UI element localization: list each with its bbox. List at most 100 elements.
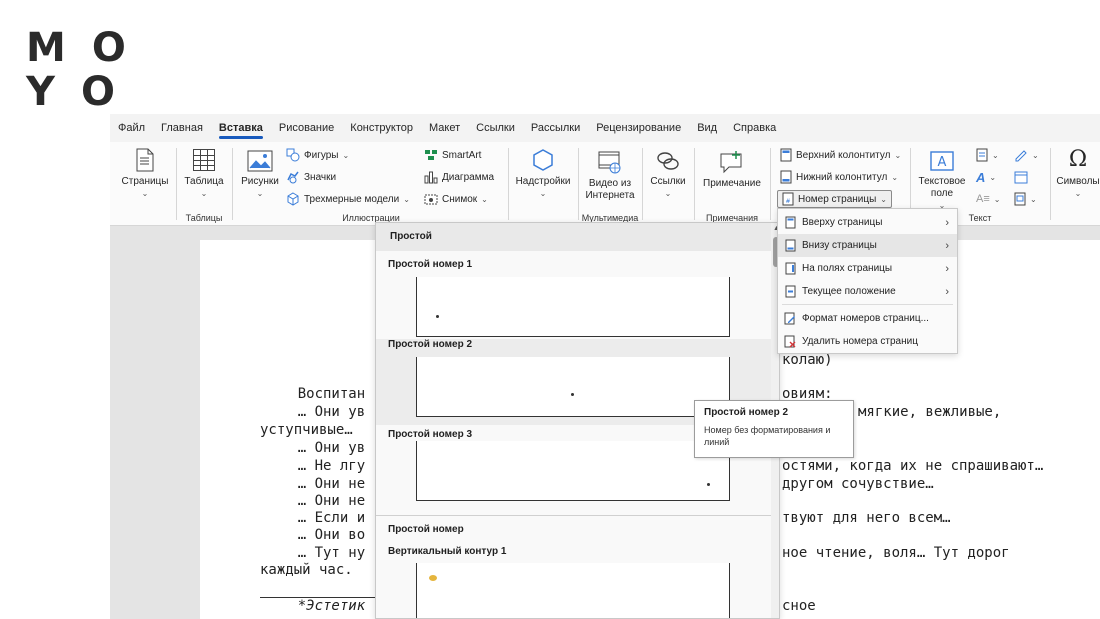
word-window: Файл Главная Вставка Рисование Конструкт…: [110, 114, 1100, 619]
gallery-section-title: Простой номер: [388, 524, 464, 535]
menu-item-remove-page-numbers[interactable]: Удалить номера страниц: [778, 330, 957, 353]
doc-text-line: … Они во: [264, 527, 366, 543]
tab-layout[interactable]: Макет: [429, 114, 460, 142]
chevron-down-icon: ⌄: [141, 189, 149, 198]
3d-models-button[interactable]: Трехмерные модели ⌄: [286, 190, 410, 208]
chevron-down-icon: ⌄: [989, 172, 997, 182]
page-number-dot: [707, 483, 710, 486]
group-divider: [578, 148, 579, 220]
tab-draw[interactable]: Рисование: [279, 114, 334, 142]
drop-cap-button[interactable]: A≡ ⌄: [976, 190, 1000, 208]
tab-file[interactable]: Файл: [118, 114, 145, 142]
date-time-button[interactable]: [1014, 168, 1028, 186]
gallery-item-plain-number-1[interactable]: Простой номер 1: [376, 251, 771, 339]
remove-icon: [784, 335, 796, 348]
group-divider: [1050, 148, 1051, 220]
group-divider: [770, 148, 771, 220]
pictures-label: Рисунки: [241, 176, 279, 187]
icons-icon: [287, 171, 299, 184]
menu-item-bottom-of-page[interactable]: Внизу страницы ›: [778, 234, 957, 257]
links-button[interactable]: Ссылки ⌄: [646, 150, 690, 200]
shapes-button[interactable]: Фигуры ⌄: [286, 146, 349, 164]
addins-button[interactable]: Надстройки ⌄: [512, 148, 574, 200]
menu-item-top-of-page[interactable]: Вверху страницы ›: [778, 211, 957, 234]
group-divider: [642, 148, 643, 220]
tab-home[interactable]: Главная: [161, 114, 203, 142]
doc-text-line: … Они не: [264, 493, 366, 509]
chevron-right-icon: ›: [945, 285, 949, 298]
comment-icon: [720, 151, 742, 174]
chevron-down-icon: ⌄: [1032, 150, 1039, 160]
doc-text-line: мягкие, вежливые,: [858, 404, 1002, 420]
current-position-icon: [785, 285, 795, 298]
new-comment-button[interactable]: Примечание: [698, 150, 766, 190]
doc-text-line: *Эстетик: [264, 598, 366, 614]
gallery-item-title: Простой номер 1: [388, 259, 473, 270]
chevron-down-icon: ⌄: [481, 194, 488, 204]
gallery-item-title: Вертикальный контур 1: [388, 546, 507, 557]
screenshot-button[interactable]: Снимок ⌄: [424, 190, 488, 208]
tab-insert[interactable]: Вставка: [218, 114, 263, 142]
group-divider: [232, 148, 233, 220]
new-comment-label: Примечание: [703, 178, 761, 189]
gallery-thumbnail: [416, 563, 730, 618]
chevron-down-icon: ⌄: [342, 150, 350, 160]
online-video-button[interactable]: Видео из Интернета: [582, 150, 638, 202]
tab-review[interactable]: Рецензирование: [596, 114, 681, 142]
logo-letter: M: [26, 25, 66, 71]
gallery-item-title: Простой номер 2: [388, 339, 473, 350]
icons-button[interactable]: Значки: [286, 168, 336, 186]
quick-parts-button[interactable]: ⌄: [976, 146, 999, 164]
menu-item-format-page-numbers[interactable]: Формат номеров страниц...: [778, 307, 957, 330]
chevron-down-icon: ⌄: [993, 194, 1001, 204]
smartart-label: SmartArt: [442, 149, 482, 161]
table-button[interactable]: Таблица ⌄: [180, 148, 228, 200]
tooltip-description: Номер без форматирования и линий: [704, 425, 831, 447]
table-label: Таблица: [184, 176, 224, 187]
tooltip-title: Простой номер 2: [704, 407, 789, 418]
gallery-thumbnail: [416, 277, 730, 337]
pictures-button[interactable]: Рисунки ⌄: [238, 150, 282, 200]
page-margins-icon: [785, 262, 795, 275]
menu-divider: [782, 304, 953, 305]
tab-design[interactable]: Конструктор: [350, 114, 413, 142]
header-button[interactable]: Верхний колонтитул ⌄: [780, 146, 901, 164]
page-number-button[interactable]: # Номер страницы ⌄: [777, 190, 892, 208]
format-icon: [784, 312, 795, 325]
textbox-button[interactable]: A Текстовое поле ⌄: [914, 150, 970, 212]
header-label: Верхний колонтитул: [796, 149, 891, 161]
ribbon-tabs: Файл Главная Вставка Рисование Конструкт…: [110, 114, 1100, 142]
logo-letter: O: [91, 25, 126, 71]
smartart-icon: [425, 150, 437, 160]
chevron-right-icon: ›: [945, 262, 949, 275]
chart-button[interactable]: Диаграмма: [424, 168, 494, 186]
signature-line-button[interactable]: ⌄: [1014, 146, 1039, 164]
textbox-icon: A: [930, 151, 954, 171]
tab-mailings[interactable]: Рассылки: [531, 114, 580, 142]
doc-text-line: твуют для него всем…: [782, 510, 951, 526]
icons-label: Значки: [304, 171, 337, 183]
chevron-down-icon: ⌄: [200, 189, 208, 198]
footer-button[interactable]: Нижний колонтитул ⌄: [780, 168, 898, 186]
page-bottom-icon: [785, 239, 795, 252]
tab-help[interactable]: Справка: [733, 114, 776, 142]
wordart-button[interactable]: A ⌄: [976, 168, 996, 186]
tab-references[interactable]: Ссылки: [476, 114, 515, 142]
calendar-icon: [1014, 171, 1028, 184]
menu-item-current-position[interactable]: Текущее положение ›: [778, 280, 957, 303]
tab-view[interactable]: Вид: [697, 114, 717, 142]
smartart-button[interactable]: SmartArt: [424, 146, 481, 164]
page-number-label: Номер страницы: [798, 193, 877, 205]
pages-button[interactable]: Страницы ⌄: [118, 148, 172, 200]
gallery-item-vertical-outline-1[interactable]: Вертикальный контур 1: [376, 543, 771, 618]
chevron-down-icon: ⌄: [894, 150, 902, 160]
addins-label: Надстройки: [515, 176, 571, 187]
video-icon: [598, 151, 621, 174]
menu-item-page-margins[interactable]: На полях страницы ›: [778, 257, 957, 280]
online-video-label: Видео из Интернета: [585, 178, 635, 201]
object-button[interactable]: ⌄: [1014, 190, 1037, 208]
group-divider: [176, 148, 177, 220]
symbols-button[interactable]: Ω Символы ⌄: [1052, 148, 1100, 200]
menu-item-label: Удалить номера страниц: [802, 336, 918, 347]
doc-text-line: ное чтение, воля… Тут дорог: [782, 545, 1010, 561]
